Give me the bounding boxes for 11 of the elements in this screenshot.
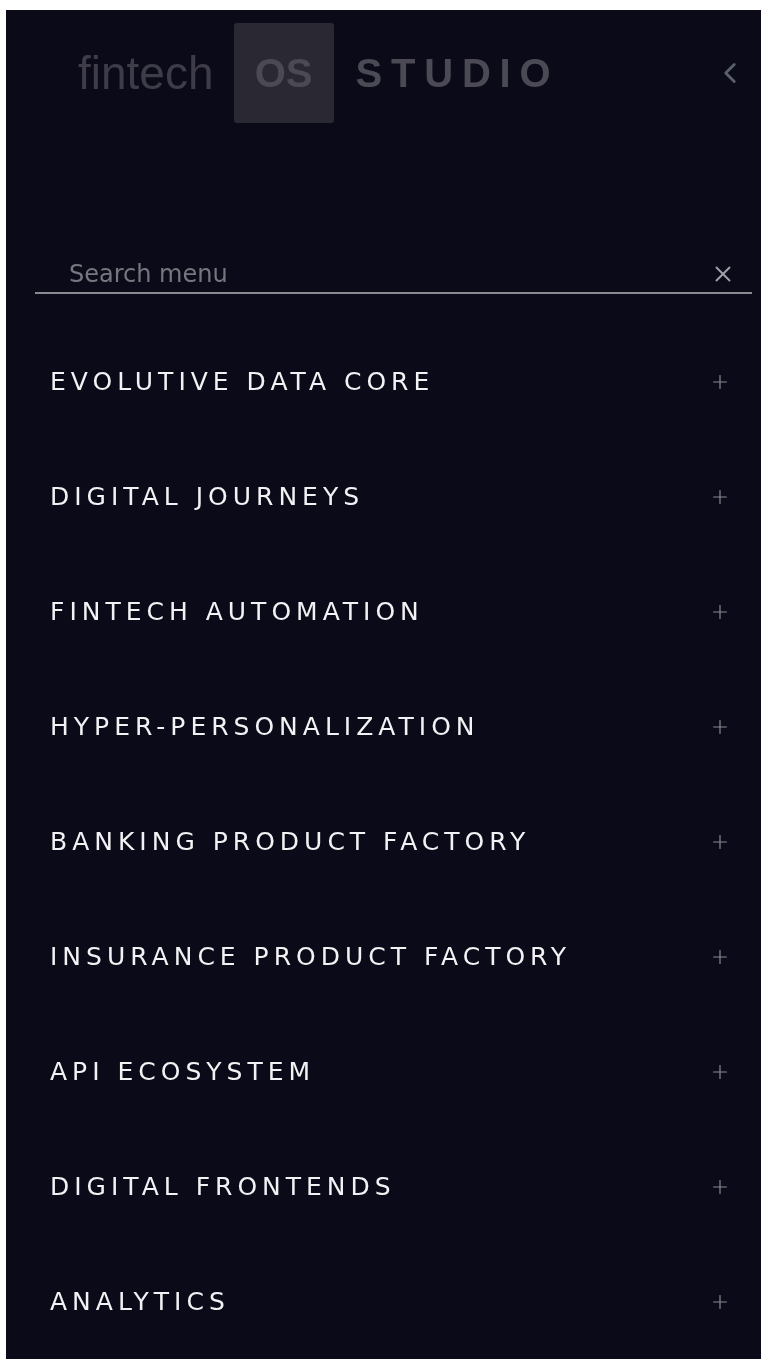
menu-item[interactable]: API ECOSYSTEM — [6, 1014, 761, 1129]
menu-item[interactable]: DIGITAL JOURNEYS — [6, 439, 761, 554]
menu-item[interactable]: EVOLUTIVE DATA CORE — [6, 324, 761, 439]
menu-item[interactable]: HYPER-PERSONALIZATION — [6, 669, 761, 784]
menu-item[interactable]: DIGITAL FRONTENDS — [6, 1129, 761, 1244]
search-field[interactable]: Search menu — [35, 256, 710, 292]
menu-item[interactable]: FINTECH AUTOMATION — [6, 554, 761, 669]
menu-item[interactable]: ANALYTICS — [6, 1244, 761, 1359]
menu-item[interactable]: INSURANCE PRODUCT FACTORY — [6, 899, 761, 1014]
menu-item[interactable]: BANKING PRODUCT FACTORY — [6, 784, 761, 899]
logo-product-name: STUDIO — [355, 53, 560, 93]
